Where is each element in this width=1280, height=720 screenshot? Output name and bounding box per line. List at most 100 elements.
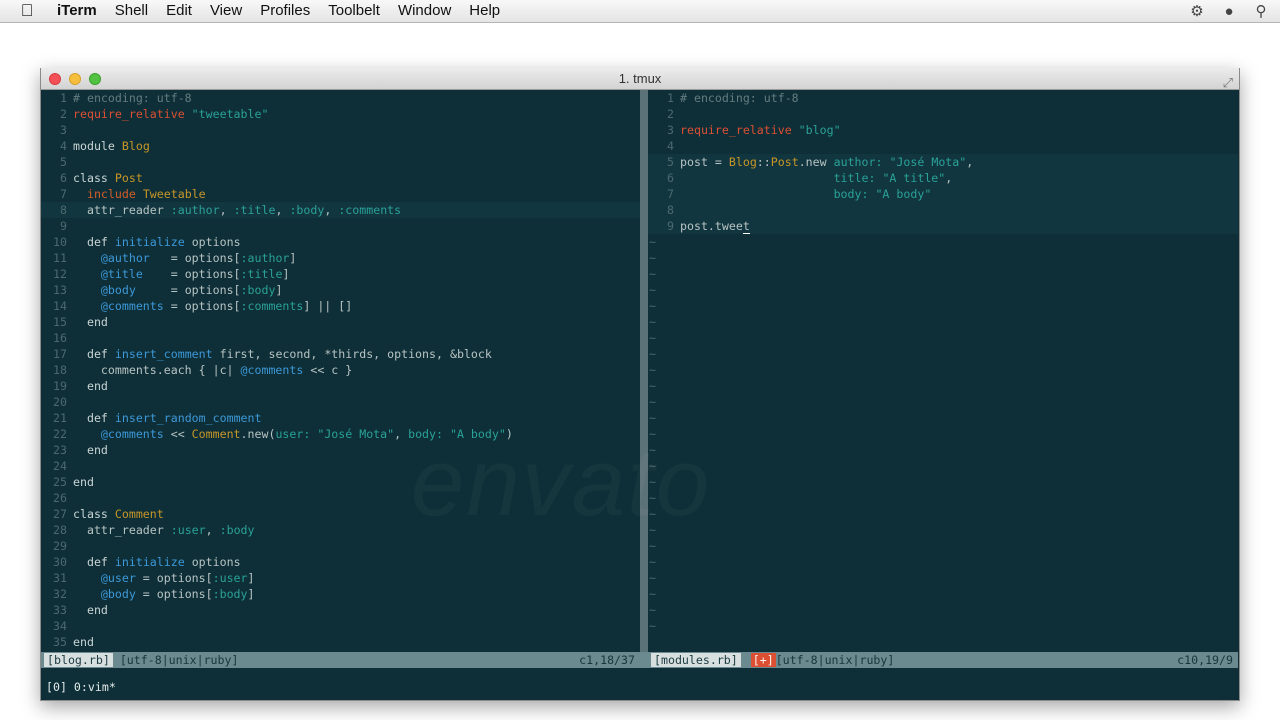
code-line[interactable]: 32 @body = options[:body]	[41, 586, 640, 602]
code-line[interactable]: 23 end	[41, 442, 640, 458]
line-number: 29	[53, 539, 67, 553]
code-line[interactable]: 27 class Comment	[41, 506, 640, 522]
line-number: 7	[667, 187, 674, 201]
code-line[interactable]: 18 comments.each { |c| @comments << c }	[41, 362, 640, 378]
code-line[interactable]: 3	[41, 122, 640, 138]
code-line[interactable]: 13 @body = options[:body]	[41, 282, 640, 298]
line-number: 1	[667, 91, 674, 105]
line-number: 10	[53, 235, 67, 249]
code-text: @user = options[:user]	[100, 571, 255, 585]
line-number: 27	[53, 507, 67, 521]
line-number: 1	[60, 91, 67, 105]
line-number: 26	[53, 491, 67, 505]
apple-icon[interactable]: 	[16, 1, 38, 21]
code-text: end	[73, 635, 94, 649]
close-button[interactable]	[49, 73, 61, 85]
code-line[interactable]: 6 title: "A title",	[648, 170, 1238, 186]
menu-profiles[interactable]: Profiles	[251, 0, 319, 22]
code-line[interactable]: 25 end	[41, 474, 640, 490]
code-line[interactable]: 28 attr_reader :user, :body	[41, 522, 640, 538]
code-text: def insert_comment first, second, *third…	[86, 347, 492, 361]
code-line[interactable]: 9 post.tweet	[648, 218, 1238, 234]
empty-buffer-line: ~	[649, 475, 656, 489]
statusline-position: c1,18/37	[579, 653, 635, 667]
code-line[interactable]: 4	[648, 138, 1238, 154]
code-line[interactable]: 5 post = Blog::Post.new author: "José Mot…	[648, 154, 1238, 170]
code-line[interactable]: 14 @comments = options[:comments] || []	[41, 298, 640, 314]
code-line[interactable]: 33 end	[41, 602, 640, 618]
vim-pane-modules[interactable]: 1 # encoding: utf-8 2 3 require_relative "bl…	[648, 90, 1238, 652]
sync-icon[interactable]: ⚙	[1188, 2, 1206, 20]
menu-view[interactable]: View	[201, 0, 251, 22]
code-line[interactable]: 1 # encoding: utf-8	[648, 90, 1238, 106]
code-line[interactable]: 16	[41, 330, 640, 346]
vim-pane-blog[interactable]: 1 # encoding: utf-8 2 require_relative "twe…	[41, 90, 640, 652]
code-text: attr_reader :user, :body	[86, 523, 255, 537]
empty-buffer-line: ~	[649, 315, 656, 329]
code-line[interactable]: 34	[41, 618, 640, 634]
zoom-button[interactable]	[89, 73, 101, 85]
code-line[interactable]: 2 require_relative "tweetable"	[41, 106, 640, 122]
line-number: 8	[667, 203, 674, 217]
user-icon[interactable]: ●	[1220, 3, 1238, 20]
code-line[interactable]: 26	[41, 490, 640, 506]
code-line[interactable]: 19 end	[41, 378, 640, 394]
statusline-position: c10,19/9	[1177, 653, 1233, 667]
spotlight-search-icon[interactable]: ⚲	[1252, 2, 1270, 20]
code-text: @title = options[:title]	[100, 267, 290, 281]
empty-buffer-line: ~	[649, 331, 656, 345]
line-number: 13	[53, 283, 67, 297]
code-line[interactable]: 7 body: "A body"	[648, 186, 1238, 202]
code-line[interactable]: 6 class Post	[41, 170, 640, 186]
line-number: 23	[53, 443, 67, 457]
pane-divider[interactable]	[640, 90, 648, 652]
empty-buffer-line: ~	[649, 379, 656, 393]
menu-help[interactable]: Help	[460, 0, 509, 22]
code-line[interactable]: 11 @author = options[:author]	[41, 250, 640, 266]
code-line[interactable]: 12 @title = options[:title]	[41, 266, 640, 282]
code-line[interactable]: 4 module Blog	[41, 138, 640, 154]
menu-window[interactable]: Window	[389, 0, 460, 22]
code-line[interactable]: 31 @user = options[:user]	[41, 570, 640, 586]
empty-buffer-line: ~	[649, 427, 656, 441]
empty-buffer-line: ~	[649, 603, 656, 617]
code-line[interactable]: 35 end	[41, 634, 640, 650]
code-line[interactable]: 20	[41, 394, 640, 410]
menu-shell[interactable]: Shell	[106, 0, 157, 22]
line-number: 30	[53, 555, 67, 569]
code-line[interactable]: 21 def insert_random_comment	[41, 410, 640, 426]
window-titlebar[interactable]: 1. tmux ⤢	[41, 68, 1239, 90]
vim-statusline-left: [blog.rb] [utf-8|unix|ruby] c1,18/37	[41, 652, 640, 668]
code-line[interactable]: 29	[41, 538, 640, 554]
code-line[interactable]: 15 end	[41, 314, 640, 330]
empty-buffer-line: ~	[649, 443, 656, 457]
code-line[interactable]: 22 @comments << Comment.new(user: "José …	[41, 426, 640, 442]
code-line[interactable]: 8 attr_reader :author, :title, :body, :c…	[41, 202, 640, 218]
code-line[interactable]: 9	[41, 218, 640, 234]
menu-bar:  iTerm Shell Edit View Profiles Toolbel…	[0, 0, 1280, 23]
code-line[interactable]: 2	[648, 106, 1238, 122]
terminal-area[interactable]: 1 # encoding: utf-8 2 require_relative "twe…	[41, 90, 1239, 700]
code-text: module Blog	[73, 139, 150, 153]
code-line[interactable]: 10 def initialize options	[41, 234, 640, 250]
line-number: 5	[667, 155, 674, 169]
menubar-extras: ⚙ ● ⚲	[1188, 0, 1270, 22]
code-line[interactable]: 5	[41, 154, 640, 170]
empty-buffer-line: ~	[649, 251, 656, 265]
code-line[interactable]: 30 def initialize options	[41, 554, 640, 570]
line-number: 12	[53, 267, 67, 281]
code-text: comments.each { |c| @comments << c }	[73, 363, 353, 377]
code-text: end	[86, 379, 108, 393]
menu-toolbelt[interactable]: Toolbelt	[319, 0, 389, 22]
code-text: @body = options[:body]	[100, 587, 255, 601]
minimize-button[interactable]	[69, 73, 81, 85]
code-line[interactable]: 7 include Tweetable	[41, 186, 640, 202]
code-line[interactable]: 17 def insert_comment first, second, *th…	[41, 346, 640, 362]
code-line[interactable]: 8	[648, 202, 1238, 218]
code-line[interactable]: 1 # encoding: utf-8	[41, 90, 640, 106]
empty-buffer-line: ~	[649, 459, 656, 473]
menu-edit[interactable]: Edit	[157, 0, 201, 22]
code-line[interactable]: 3 require_relative "blog"	[648, 122, 1238, 138]
menu-app[interactable]: iTerm	[48, 0, 106, 22]
code-line[interactable]: 24	[41, 458, 640, 474]
